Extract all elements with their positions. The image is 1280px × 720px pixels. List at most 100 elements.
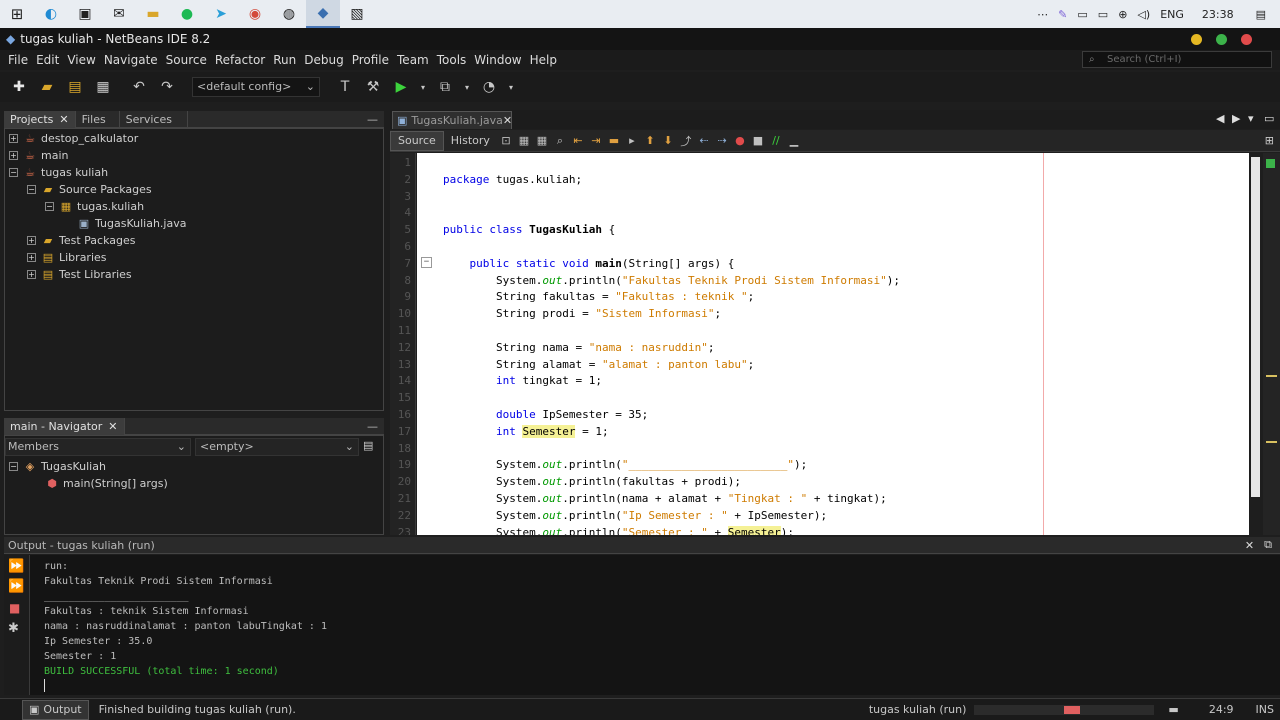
scroll-left-icon[interactable]: ◀ bbox=[1216, 112, 1224, 125]
restore-window-icon[interactable]: ⧉ bbox=[1264, 538, 1280, 552]
mark-line[interactable] bbox=[1266, 441, 1277, 443]
expand-toggle[interactable]: + bbox=[27, 270, 36, 279]
maximize-button[interactable] bbox=[1216, 33, 1227, 45]
windows-icon[interactable]: ⊞ bbox=[0, 0, 34, 28]
close-icon[interactable]: ✕ bbox=[59, 113, 68, 126]
project-tree-item[interactable]: − ▰ Source Packages bbox=[27, 181, 152, 198]
redo-icon[interactable]: ↷ bbox=[156, 76, 178, 98]
telegram-icon[interactable]: ➤ bbox=[204, 0, 238, 28]
new-file-icon[interactable]: ✚ bbox=[8, 76, 30, 98]
menu-run[interactable]: Run bbox=[269, 53, 300, 67]
overflow-icon[interactable]: ⋯ bbox=[1037, 8, 1048, 21]
toggle-rect-select-icon[interactable]: ▸ bbox=[623, 134, 641, 147]
settings-icon[interactable]: ✱ bbox=[8, 621, 19, 636]
start-macro-icon[interactable]: ● bbox=[731, 134, 749, 147]
volume-icon[interactable]: ◁) bbox=[1137, 8, 1150, 21]
minimize-button[interactable] bbox=[1191, 33, 1202, 45]
minimize-panel-icon[interactable]: — bbox=[367, 113, 384, 126]
tab-tugaskuliah-java[interactable]: ▣ TugasKuliah.java ✕ bbox=[392, 111, 512, 129]
forward-icon[interactable]: ▦ bbox=[533, 134, 551, 147]
stop-macro-icon[interactable]: ■ bbox=[749, 134, 767, 147]
menu-file[interactable]: File bbox=[4, 53, 32, 67]
spotify-icon[interactable]: ● bbox=[170, 0, 204, 28]
menu-refactor[interactable]: Refactor bbox=[211, 53, 269, 67]
clean-build-icon[interactable]: ⚒ bbox=[362, 76, 384, 98]
meet-icon[interactable]: ▭ bbox=[1077, 8, 1087, 21]
expand-toggle[interactable]: + bbox=[9, 151, 18, 160]
tab-history[interactable]: History bbox=[444, 131, 497, 151]
tab-services[interactable]: Services bbox=[120, 110, 188, 128]
tab-source[interactable]: Source bbox=[390, 130, 444, 151]
rerun-icon[interactable]: ⏩ bbox=[8, 559, 24, 574]
menu-navigate[interactable]: Navigate bbox=[100, 53, 162, 67]
menu-team[interactable]: Team bbox=[393, 53, 433, 67]
clock[interactable]: 23:38 bbox=[1202, 8, 1234, 21]
project-tree-item[interactable]: + ☕ destop_calkulator bbox=[9, 130, 138, 147]
menu-source[interactable]: Source bbox=[162, 53, 211, 67]
comment-icon[interactable]: // bbox=[767, 134, 785, 147]
menu-profile[interactable]: Profile bbox=[348, 53, 393, 67]
network-icon[interactable]: ⊕ bbox=[1118, 8, 1127, 21]
notification-icon[interactable]: ▬ bbox=[1168, 703, 1178, 716]
open-project-icon[interactable]: ▤ bbox=[64, 76, 86, 98]
output-console[interactable]: run: Fakultas Teknik Prodi Sistem Informa… bbox=[30, 555, 1280, 695]
edge-icon[interactable]: ◐ bbox=[34, 0, 68, 28]
build-hammer-icon[interactable]: T bbox=[334, 76, 356, 98]
tab-list-icon[interactable]: ▾ bbox=[1248, 112, 1254, 125]
filter-icon[interactable]: ▤ bbox=[363, 439, 373, 452]
members-filter-select[interactable]: Members ⌄ bbox=[5, 438, 191, 456]
last-edit-icon[interactable]: ⊡ bbox=[497, 134, 515, 147]
menu-window[interactable]: Window bbox=[470, 53, 525, 67]
collapse-toggle[interactable]: − bbox=[9, 168, 18, 177]
shift-right-icon[interactable]: ⇢ bbox=[713, 134, 731, 147]
project-tree-item[interactable]: + ▤ Libraries bbox=[27, 249, 107, 266]
store-icon[interactable]: ▣ bbox=[68, 0, 102, 28]
back-icon[interactable]: ▦ bbox=[515, 134, 533, 147]
pen-icon[interactable]: ✎ bbox=[1058, 8, 1067, 21]
output-tab-button[interactable]: ▣ Output bbox=[22, 699, 89, 720]
undo-icon[interactable]: ↶ bbox=[128, 76, 150, 98]
uncomment-icon[interactable]: ▁ bbox=[785, 134, 803, 147]
project-tree-item[interactable]: + ▤ Test Libraries bbox=[27, 266, 132, 283]
profile-project-icon[interactable]: ◔ bbox=[478, 76, 500, 98]
obs-icon[interactable]: ◍ bbox=[272, 0, 306, 28]
project-tree-item[interactable]: ▣ TugasKuliah.java bbox=[63, 215, 187, 232]
run-project-icon[interactable]: ▶ bbox=[390, 76, 412, 98]
chrome-icon[interactable]: ◉ bbox=[238, 0, 272, 28]
expand-toggle[interactable]: + bbox=[27, 236, 36, 245]
split-editor-icon[interactable]: ⊞ bbox=[1265, 134, 1280, 147]
close-icon[interactable]: ✕ bbox=[503, 114, 516, 127]
find-previous-icon[interactable]: ⇤ bbox=[569, 134, 587, 147]
debug-project-icon[interactable]: ⧉ bbox=[434, 76, 456, 98]
collapse-toggle[interactable]: − bbox=[27, 185, 36, 194]
notification-icon[interactable]: ▤ bbox=[1256, 8, 1266, 21]
collapse-toggle[interactable]: − bbox=[45, 202, 54, 211]
find-next-icon[interactable]: ⇥ bbox=[587, 134, 605, 147]
toggle-highlight-icon[interactable]: ▬ bbox=[605, 134, 623, 147]
expand-toggle[interactable]: + bbox=[27, 253, 36, 262]
tab-projects[interactable]: Projects ✕ bbox=[4, 110, 76, 128]
menu-tools[interactable]: Tools bbox=[433, 53, 471, 67]
previous-bookmark-icon[interactable]: ⬆ bbox=[641, 134, 659, 147]
menu-edit[interactable]: Edit bbox=[32, 53, 63, 67]
search-input[interactable]: ⌕ Search (Ctrl+I) bbox=[1082, 51, 1272, 68]
rerun-with-params-icon[interactable]: ⏩ bbox=[8, 579, 24, 594]
project-tree-item[interactable]: + ▰ Test Packages bbox=[27, 232, 135, 249]
maximize-editor-icon[interactable]: ▭ bbox=[1264, 112, 1274, 125]
profile-dropdown-icon[interactable]: ▾ bbox=[506, 76, 516, 98]
empty-filter-select[interactable]: <empty> ⌄ bbox=[195, 438, 359, 456]
menu-help[interactable]: Help bbox=[526, 53, 561, 67]
expand-toggle[interactable]: + bbox=[9, 134, 18, 143]
tab-navigator[interactable]: main - Navigator ✕ bbox=[4, 417, 125, 435]
project-tree-item[interactable]: − ☕ tugas kuliah bbox=[9, 164, 108, 181]
project-tree-item[interactable]: − ▦ tugas.kuliah bbox=[45, 198, 144, 215]
mark-line[interactable] bbox=[1266, 375, 1277, 377]
folder-icon[interactable]: ▬ bbox=[136, 0, 170, 28]
close-icon[interactable]: ✕ bbox=[108, 420, 117, 433]
language-indicator[interactable]: ENG bbox=[1160, 8, 1184, 21]
config-select[interactable]: <default config> ⌄ bbox=[192, 77, 320, 97]
code-editor[interactable]: − package tugas.kuliah; public class Tuga… bbox=[417, 153, 1249, 535]
collapse-toggle[interactable]: − bbox=[9, 462, 18, 471]
editor-scrollbar[interactable] bbox=[1249, 153, 1262, 535]
new-project-icon[interactable]: ▰ bbox=[36, 76, 58, 98]
